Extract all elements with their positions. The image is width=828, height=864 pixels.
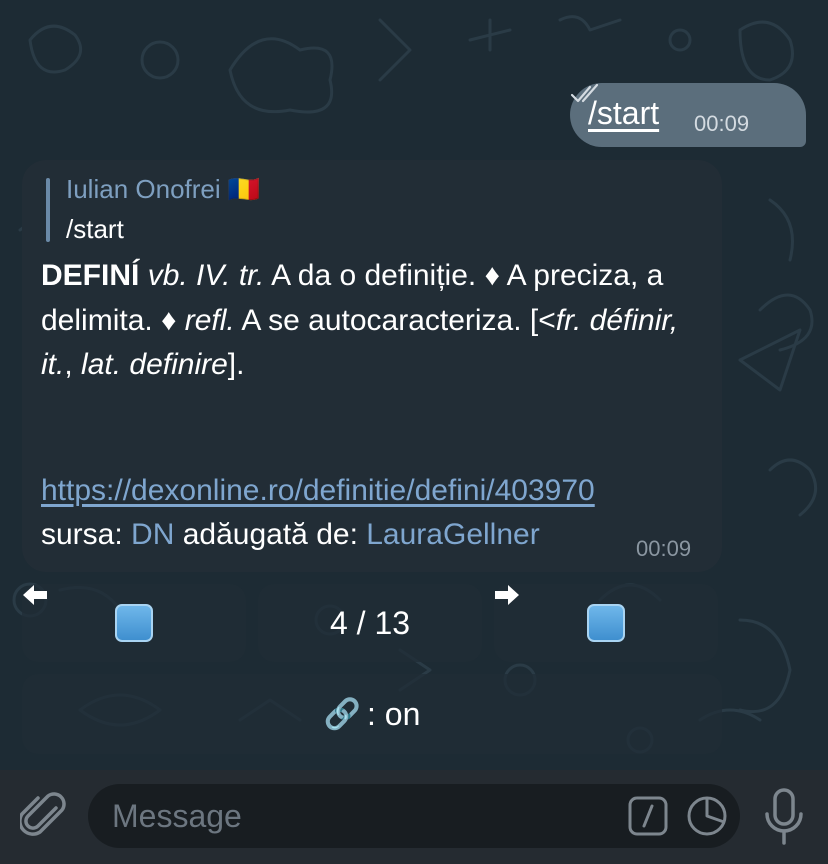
- sticker-icon[interactable]: [686, 795, 728, 837]
- page-indicator-label: 4 / 13: [329, 604, 411, 641]
- link-toggle-button[interactable]: 🔗 : on: [22, 674, 722, 754]
- message-placeholder: Message: [112, 798, 242, 834]
- previous-page-button[interactable]: [22, 584, 246, 662]
- message-input[interactable]: Message: [88, 784, 740, 848]
- paperclip-icon[interactable]: [20, 790, 68, 842]
- next-page-button[interactable]: [494, 584, 718, 662]
- reply-quoted-text[interactable]: /start: [66, 214, 124, 245]
- chat-background: /start 00:09 Iulian Onofrei 🇷🇴 /start DE…: [0, 0, 828, 770]
- incoming-message-time: 00:09: [636, 536, 692, 561]
- etymology-close: ].: [227, 348, 245, 381]
- microphone-icon[interactable]: [764, 788, 804, 846]
- source-name-link[interactable]: DN: [131, 518, 174, 551]
- outgoing-message-bubble[interactable]: /start 00:09: [570, 83, 806, 147]
- link-toggle-label: : on: [366, 695, 421, 732]
- link-icon: 🔗: [323, 697, 361, 731]
- message-input-bar: Message: [0, 770, 828, 864]
- diamond-icon: ♦: [161, 303, 177, 337]
- reply-author-name: Iulian Onofrei: [66, 174, 221, 204]
- source-line: sursa: DN adăugată de: LauraGellner: [41, 518, 540, 552]
- definition-refl-label: refl.: [184, 303, 235, 337]
- etymology-comma: ,: [64, 348, 73, 381]
- right-arrow-icon: [495, 585, 625, 642]
- romania-flag-icon: 🇷🇴: [227, 174, 261, 204]
- definition-text: DEFINÍ vb. IV. tr. A da o definiție. ♦ A…: [41, 254, 701, 388]
- reply-author[interactable]: Iulian Onofrei 🇷🇴: [66, 174, 260, 205]
- left-arrow-icon: [23, 585, 153, 642]
- bot-commands-icon[interactable]: [628, 796, 668, 836]
- added-by-name-link[interactable]: LauraGellner: [366, 518, 539, 551]
- page-indicator-button[interactable]: 4 / 13: [258, 584, 482, 662]
- dexonline-link[interactable]: https://dexonline.ro/definitie/defini/40…: [41, 474, 595, 508]
- source-label: sursa:: [41, 518, 123, 551]
- added-by-label: adăugată de:: [182, 518, 358, 551]
- double-check-icon: [570, 83, 599, 103]
- outgoing-message-time: 00:09: [694, 111, 750, 136]
- definition-grammar: vb. IV. tr.: [147, 259, 265, 292]
- reply-quote-bar: [46, 178, 50, 242]
- definition-sense-3: A se autocaracteriza.: [241, 303, 522, 337]
- etymology-lat: lat. definire: [81, 348, 228, 381]
- definition-headword: DEFINÍ: [41, 259, 140, 292]
- diamond-icon: ♦: [484, 259, 500, 292]
- etymology-open: [<: [529, 303, 556, 337]
- incoming-message-bubble[interactable]: Iulian Onofrei 🇷🇴 /start DEFINÍ vb. IV. …: [22, 160, 722, 572]
- definition-sense-1: A da o definiție.: [271, 259, 477, 292]
